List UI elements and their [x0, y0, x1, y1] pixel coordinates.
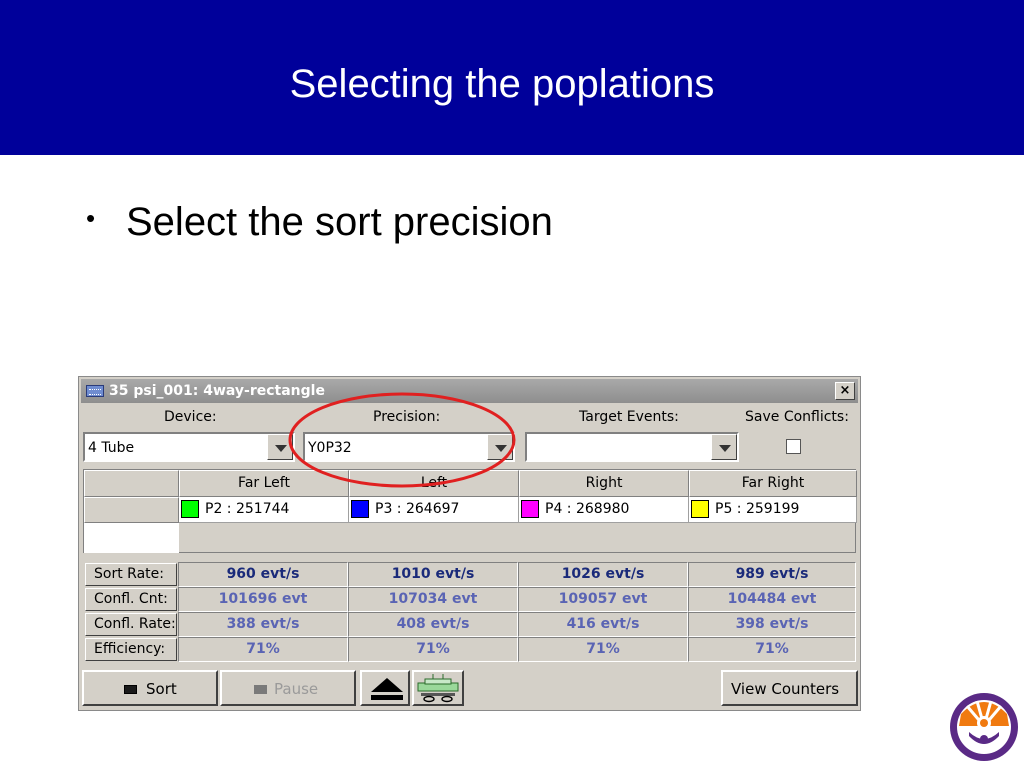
device-label: Device: — [164, 409, 217, 425]
precision-label: Precision: — [373, 409, 441, 425]
close-button[interactable]: × — [835, 382, 855, 400]
precision-select-value: Y0P32 — [308, 440, 352, 456]
device-select[interactable]: 4 Tube — [83, 432, 295, 462]
sort-button[interactable]: Sort — [82, 670, 218, 706]
stat-cell: 1010 evt/s — [348, 562, 518, 587]
chevron-down-icon[interactable] — [711, 434, 737, 460]
sort-rate-label[interactable]: Sort Rate: — [85, 563, 177, 586]
efficiency-label[interactable]: Efficiency: — [85, 638, 177, 661]
pause-button[interactable]: Pause — [220, 670, 356, 706]
pause-icon — [254, 685, 267, 694]
column-header-far-left: Far Left — [179, 470, 349, 497]
window-titlebar[interactable]: 35 psi_001: 4way-rectangle × — [81, 379, 858, 403]
stat-cell: 71% — [178, 637, 348, 662]
stat-cell: 71% — [688, 637, 856, 662]
population-cell-far-left[interactable]: P2 : 251744 — [179, 497, 349, 523]
conflict-count-label[interactable]: Confl. Cnt: — [85, 588, 177, 611]
eject-bar-icon — [371, 695, 403, 700]
stat-cell: 71% — [518, 637, 688, 662]
pause-button-label: Pause — [274, 680, 319, 698]
organization-logo — [950, 693, 1018, 761]
save-conflicts-checkbox[interactable] — [786, 439, 801, 454]
window-app-icon — [86, 385, 104, 397]
target-events-select[interactable] — [525, 432, 739, 462]
tray-button[interactable] — [412, 670, 464, 706]
row-header — [84, 497, 179, 523]
window-title: 35 psi_001: 4way-rectangle — [109, 383, 325, 399]
stat-cell: 71% — [348, 637, 518, 662]
view-counters-button[interactable]: View Counters — [721, 670, 858, 706]
population-label: P3 : 264697 — [375, 501, 460, 517]
population-cell-far-right[interactable]: P5 : 259199 — [689, 497, 857, 523]
population-color-swatch — [351, 500, 369, 518]
view-counters-label: View Counters — [731, 680, 840, 698]
device-select-value: 4 Tube — [88, 440, 135, 456]
column-header-far-right: Far Right — [689, 470, 857, 497]
population-label: P5 : 259199 — [715, 501, 800, 517]
column-header-right: Right — [519, 470, 689, 497]
stat-cell: 388 evt/s — [178, 612, 348, 637]
stat-cell: 989 evt/s — [688, 562, 856, 587]
eject-icon — [371, 678, 403, 692]
population-cell-left[interactable]: P3 : 264697 — [349, 497, 519, 523]
stat-cell: 416 evt/s — [518, 612, 688, 637]
stat-cell: 109057 evt — [518, 587, 688, 612]
grid-corner — [84, 470, 179, 497]
sort-window: 35 psi_001: 4way-rectangle × Device: Pre… — [78, 376, 861, 711]
stat-cell: 104484 evt — [688, 587, 856, 612]
column-header-left: Left — [349, 470, 519, 497]
target-events-label: Target Events: — [579, 409, 679, 425]
population-cell-right[interactable]: P4 : 268980 — [519, 497, 689, 523]
population-color-swatch — [521, 500, 539, 518]
stat-cell: 408 evt/s — [348, 612, 518, 637]
sort-icon — [124, 685, 137, 694]
tray-icon — [417, 674, 459, 703]
stat-cell: 1026 evt/s — [518, 562, 688, 587]
chevron-down-icon[interactable] — [267, 434, 293, 460]
sort-button-label: Sort — [146, 680, 177, 698]
chevron-down-icon[interactable] — [487, 434, 513, 460]
eject-button[interactable] — [360, 670, 410, 706]
stat-cell: 398 evt/s — [688, 612, 856, 637]
population-grid: Far Left Left Right Far Right P2 : 25174… — [83, 469, 857, 553]
bullet-text: Select the sort precision — [126, 200, 553, 244]
population-label: P2 : 251744 — [205, 501, 290, 517]
grid-blank-cell — [84, 523, 179, 553]
slide-title: Selecting the poplations — [289, 62, 715, 106]
save-conflicts-label: Save Conflicts: — [745, 409, 849, 425]
precision-select[interactable]: Y0P32 — [303, 432, 515, 462]
stat-cell: 107034 evt — [348, 587, 518, 612]
population-label: P4 : 268980 — [545, 501, 630, 517]
population-color-swatch — [181, 500, 199, 518]
stats-table: Sort Rate: Confl. Cnt: Confl. Rate: Effi… — [83, 561, 856, 665]
stat-cell: 960 evt/s — [178, 562, 348, 587]
stat-cell: 101696 evt — [178, 587, 348, 612]
population-color-swatch — [691, 500, 709, 518]
bullet-marker: • — [86, 203, 96, 233]
conflict-rate-label[interactable]: Confl. Rate: — [85, 613, 177, 636]
